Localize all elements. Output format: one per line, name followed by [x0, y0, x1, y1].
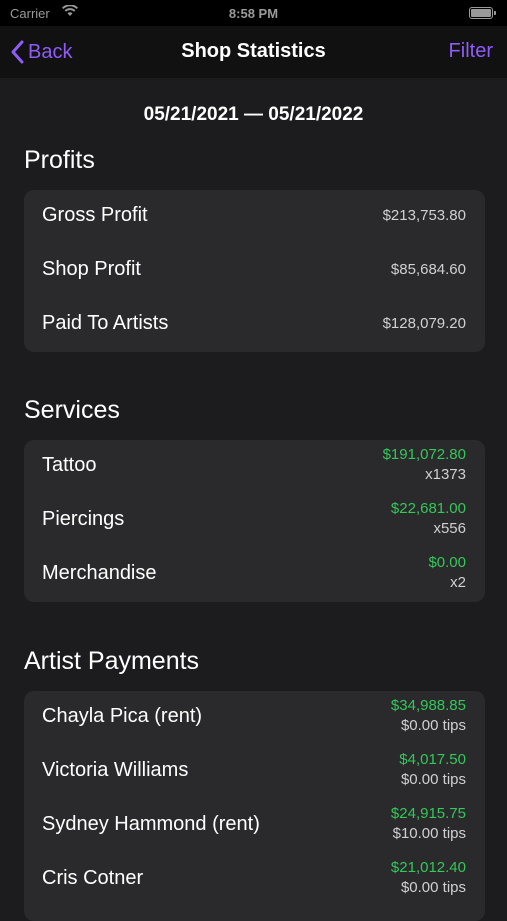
profit-row-gross: Gross Profit $213,753.80	[24, 190, 485, 244]
row-value: $128,079.20	[382, 315, 466, 332]
services-section-title: Services	[24, 396, 120, 424]
profits-card: Gross Profit $213,753.80 Shop Profit $85…	[24, 190, 485, 352]
profit-row-shop: Shop Profit $85,684.60	[24, 244, 485, 298]
row-amount: $24,915.75	[390, 805, 466, 822]
artist-payments-section-title: Artist Payments	[24, 647, 200, 675]
row-label: Sydney Hammond (rent)	[42, 813, 260, 835]
profit-row-artists: Paid To Artists $128,079.20	[24, 298, 485, 352]
date-range: 05/21/2021 — 05/21/2022	[143, 104, 364, 125]
row-amount: $22,681.00	[390, 500, 466, 517]
battery-icon	[469, 7, 496, 19]
row-amount: $21,012.40	[390, 859, 466, 876]
artist-row: Cris Cotner $21,012.40 $0.00 tips	[24, 853, 485, 907]
row-value: $85,684.60	[390, 261, 466, 278]
row-tips: $0.00 tips	[400, 879, 466, 896]
row-label: Merchandise	[42, 562, 157, 584]
row-label: Chayla Pica (rent)	[42, 705, 203, 727]
row-label: Paid To Artists	[42, 312, 169, 334]
row-amount: $191,072.80	[382, 446, 466, 463]
row-count: x1373	[425, 466, 466, 483]
row-label: Victoria Williams	[42, 759, 189, 781]
service-row-piercings: Piercings $22,681.00 x556	[24, 494, 485, 548]
service-row-merchandise: Merchandise $0.00 x2	[24, 548, 485, 602]
row-label: Gross Profit	[42, 204, 148, 226]
artist-row: Victoria Williams $4,017.50 $0.00 tips	[24, 745, 485, 799]
row-tips: $0.00 tips	[400, 771, 466, 788]
row-label: Piercings	[42, 508, 125, 530]
row-amount: $0.00	[428, 554, 466, 571]
statistics-content[interactable]: 05/21/2021 — 05/21/2022 Profits Gross Pr…	[0, 78, 507, 921]
row-tips: $10.00 tips	[392, 825, 466, 842]
navigation-bar: Back Shop Statistics Filter	[0, 26, 507, 78]
artist-row: Chayla Pica (rent) $34,988.85 $0.00 tips	[24, 691, 485, 745]
row-label: Cris Cotner	[42, 867, 144, 889]
row-amount: $4,017.50	[399, 751, 466, 768]
row-count: x556	[433, 520, 466, 537]
row-tips: $0.00 tips	[400, 717, 466, 734]
row-amount: $34,988.85	[390, 697, 466, 714]
row-count: x2	[450, 574, 466, 591]
services-card: Tattoo $191,072.80 x1373 Piercings $22,6…	[24, 440, 485, 602]
row-value: $213,753.80	[382, 207, 466, 224]
status-time: 8:58 PM	[228, 6, 279, 21]
artist-payments-card: Chayla Pica (rent) $34,988.85 $0.00 tips…	[24, 691, 485, 921]
row-label: Tattoo	[42, 454, 97, 476]
row-label: Shop Profit	[42, 258, 141, 280]
status-bar: Carrier 8:58 PM	[0, 0, 507, 26]
artist-row: Sydney Hammond (rent) $24,915.75 $10.00 …	[24, 799, 485, 853]
service-row-tattoo: Tattoo $191,072.80 x1373	[24, 440, 485, 494]
filter-button[interactable]: Filter	[449, 40, 493, 63]
page-title: Shop Statistics	[181, 40, 326, 62]
profits-section-title: Profits	[24, 146, 95, 174]
